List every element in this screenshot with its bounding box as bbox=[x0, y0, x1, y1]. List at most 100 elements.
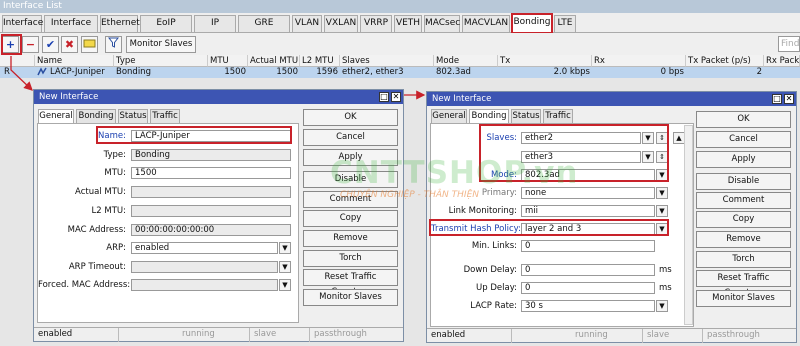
remove-button[interactable]: Remove bbox=[303, 230, 398, 247]
window-title-bar: New Interface bbox=[34, 90, 403, 104]
type-label: Type: bbox=[103, 150, 126, 160]
row-tx-packet: 2 bbox=[756, 67, 762, 77]
min-links-label: Min. Links: bbox=[471, 241, 517, 251]
toolbar: + − ✔ ✖ Monitor Slaves Find bbox=[0, 33, 800, 55]
col-actual-mtu[interactable]: Actual MTU bbox=[248, 55, 300, 67]
reset-traffic-counters-button[interactable]: Reset Traffic Counters bbox=[696, 270, 791, 298]
enable-button[interactable]: ✔ bbox=[42, 36, 59, 53]
arp-timeout-input[interactable] bbox=[131, 261, 278, 273]
vertical-scrollbar[interactable] bbox=[684, 125, 693, 325]
tab-status[interactable]: Status bbox=[118, 109, 148, 123]
arp-select[interactable]: enabled bbox=[131, 242, 278, 254]
tab-interface[interactable]: Interface bbox=[2, 15, 43, 32]
up-delay-label: Up Delay: bbox=[476, 283, 517, 293]
monitor-slaves-button[interactable]: Monitor Slaves bbox=[126, 36, 196, 53]
cancel-button[interactable]: Cancel bbox=[696, 131, 791, 148]
row-flag: R bbox=[4, 67, 10, 77]
comment-button[interactable] bbox=[81, 36, 98, 53]
disable-button[interactable]: Disable bbox=[696, 173, 791, 190]
tab-gre-tunnel[interactable]: GRE Tunnel bbox=[238, 15, 290, 43]
status-enabled: enabled bbox=[34, 328, 119, 342]
forced-mac-dropdown-icon[interactable]: ▼ bbox=[279, 279, 291, 291]
tab-eoip-tunnel[interactable]: EoIP Tunnel bbox=[140, 15, 192, 43]
reset-traffic-counters-button[interactable]: Reset Traffic Counters bbox=[303, 269, 398, 297]
tab-status[interactable]: Status bbox=[511, 109, 541, 123]
up-delay-input[interactable]: 0 bbox=[521, 282, 655, 294]
mtu-input[interactable]: 1500 bbox=[131, 167, 291, 179]
ok-button[interactable]: OK bbox=[303, 109, 398, 126]
ok-button[interactable]: OK bbox=[696, 111, 791, 128]
find-input[interactable]: Find bbox=[778, 36, 800, 52]
tab-macsec[interactable]: MACsec bbox=[424, 15, 460, 32]
disable-button[interactable]: ✖ bbox=[61, 36, 78, 53]
col-mode[interactable]: Mode bbox=[434, 55, 498, 67]
remove-button[interactable]: Remove bbox=[696, 231, 791, 248]
cancel-button[interactable]: Cancel bbox=[303, 129, 398, 146]
tab-general[interactable]: General bbox=[38, 109, 74, 123]
tab-vxlan[interactable]: VXLAN bbox=[324, 15, 358, 32]
status-running: running bbox=[571, 329, 643, 343]
link-monitoring-select[interactable]: mii bbox=[521, 205, 655, 217]
comment-button[interactable]: Comment bbox=[696, 192, 791, 209]
tab-vlan[interactable]: VLAN bbox=[292, 15, 322, 32]
actual-mtu-field bbox=[131, 186, 291, 198]
forced-mac-input[interactable] bbox=[131, 279, 278, 291]
col-name[interactable]: Name bbox=[35, 55, 114, 67]
tab-bonding[interactable]: Bonding bbox=[469, 109, 509, 123]
col-tx[interactable]: Tx bbox=[498, 55, 592, 67]
tab-veth[interactable]: VETH bbox=[394, 15, 422, 32]
tab-general[interactable]: General bbox=[431, 109, 467, 123]
tab-lte[interactable]: LTE bbox=[554, 15, 576, 32]
tab-ip-tunnel[interactable]: IP Tunnel bbox=[194, 15, 236, 43]
row-l2-mtu: 1596 bbox=[316, 67, 338, 77]
lacp-rate-label: LACP Rate: bbox=[470, 301, 517, 311]
row-rx: 0 bps bbox=[660, 67, 684, 77]
comment-icon bbox=[83, 39, 96, 48]
tab-macvlan[interactable]: MACVLAN bbox=[462, 15, 510, 32]
window-title: Interface List bbox=[0, 0, 800, 13]
arp-timeout-dropdown-icon[interactable]: ▼ bbox=[279, 261, 291, 273]
torch-button[interactable]: Torch bbox=[696, 251, 791, 268]
monitor-slaves-button[interactable]: Monitor Slaves bbox=[696, 290, 791, 307]
row-tx: 2.0 kbps bbox=[553, 67, 590, 77]
min-links-input[interactable]: 0 bbox=[521, 240, 655, 252]
col-tx-packet[interactable]: Tx Packet (p/s) bbox=[686, 55, 764, 67]
col-rx-packet[interactable]: Rx Packe bbox=[764, 55, 800, 67]
status-passthrough: passthrough bbox=[314, 329, 367, 339]
close-icon[interactable]: ✕ bbox=[391, 92, 401, 102]
torch-button[interactable]: Torch bbox=[303, 250, 398, 267]
close-icon[interactable]: ✕ bbox=[784, 94, 794, 104]
tab-interface-list[interactable]: Interface List bbox=[44, 15, 98, 43]
col-mtu[interactable]: MTU bbox=[208, 55, 248, 67]
dropdown-icon[interactable]: ▼ bbox=[656, 300, 668, 312]
row-mode: 802.3ad bbox=[436, 67, 471, 77]
remove-button[interactable]: − bbox=[22, 36, 39, 53]
tab-ethernet[interactable]: Ethernet bbox=[100, 15, 140, 32]
col-l2-mtu[interactable]: L2 MTU bbox=[300, 55, 340, 67]
col-rx[interactable]: Rx bbox=[592, 55, 686, 67]
tab-bonding[interactable]: Bonding bbox=[511, 13, 553, 34]
actual-mtu-label: Actual MTU: bbox=[75, 187, 126, 197]
tab-traffic[interactable]: Traffic bbox=[543, 109, 573, 123]
down-delay-input[interactable]: 0 bbox=[521, 264, 655, 276]
col-type[interactable]: Type bbox=[114, 55, 208, 67]
col-flag bbox=[0, 55, 35, 67]
dropdown-icon[interactable]: ▼ bbox=[656, 205, 668, 217]
arp-label: ARP: bbox=[106, 243, 126, 253]
maximize-icon[interactable]: □ bbox=[772, 94, 782, 104]
maximize-icon[interactable]: □ bbox=[379, 92, 389, 102]
l2-mtu-label: L2 MTU: bbox=[91, 206, 126, 216]
monitor-slaves-button[interactable]: Monitor Slaves bbox=[303, 289, 398, 306]
tab-bonding[interactable]: Bonding bbox=[76, 109, 116, 123]
copy-button[interactable]: Copy bbox=[696, 211, 791, 228]
tab-vrrp[interactable]: VRRP bbox=[360, 15, 392, 32]
up-delay-unit: ms bbox=[659, 283, 672, 293]
apply-button[interactable]: Apply bbox=[696, 151, 791, 168]
tab-traffic[interactable]: Traffic bbox=[150, 109, 180, 123]
col-slaves[interactable]: Slaves bbox=[340, 55, 434, 67]
dropdown-icon[interactable]: ▼ bbox=[656, 187, 668, 199]
arp-dropdown-icon[interactable]: ▼ bbox=[279, 242, 291, 254]
copy-button[interactable]: Copy bbox=[303, 210, 398, 227]
filter-button[interactable] bbox=[105, 36, 122, 53]
lacp-rate-select[interactable]: 30 s bbox=[521, 300, 655, 312]
